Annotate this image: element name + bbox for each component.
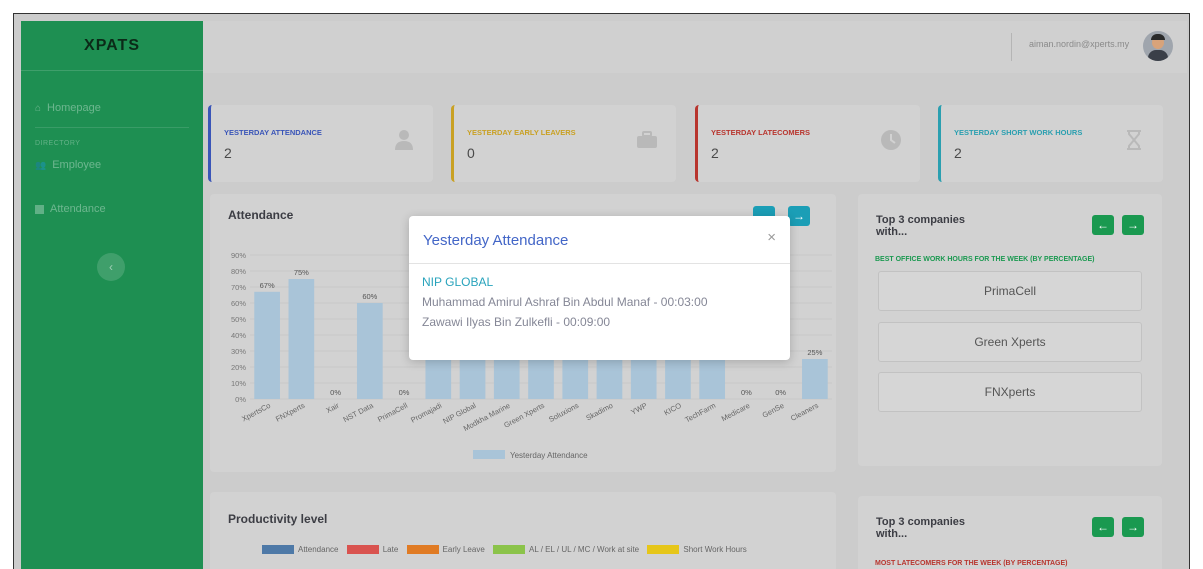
modal-title: Yesterday Attendance xyxy=(423,232,569,249)
modal-entry: Zawawi Ilyas Bin Zulkefli - 00:09:00 xyxy=(422,315,611,329)
modal-divider xyxy=(409,263,790,264)
modal-overlay: Yesterday Attendance × NIP GLOBAL Muhamm… xyxy=(0,0,1203,569)
modal-entry: Muhammad Amirul Ashraf Bin Abdul Manaf -… xyxy=(422,295,708,309)
close-icon[interactable]: × xyxy=(767,229,776,246)
yesterday-attendance-modal: Yesterday Attendance × NIP GLOBAL Muhamm… xyxy=(409,216,790,360)
modal-company-name: NIP GLOBAL xyxy=(422,275,494,289)
